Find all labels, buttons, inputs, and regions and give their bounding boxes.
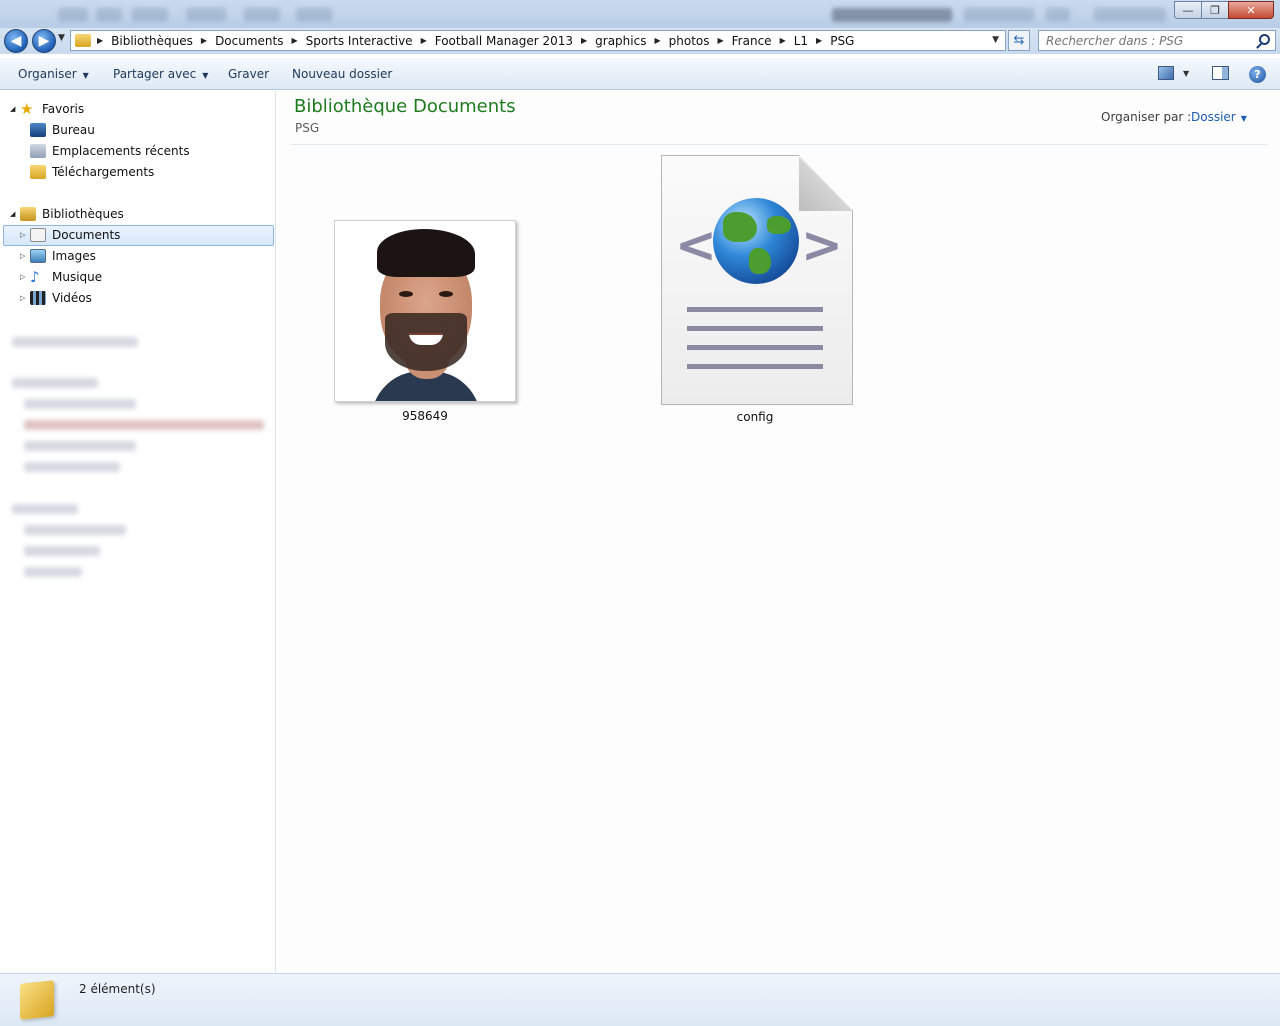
address-dropdown-icon[interactable]: ▼ [992, 35, 999, 45]
search-icon[interactable] [1259, 34, 1270, 45]
share-button[interactable]: Partager avec ▼ [113, 67, 208, 81]
header-divider [291, 144, 1267, 145]
text-line [687, 345, 823, 350]
desktop-icon [30, 123, 46, 137]
crumb-football-manager[interactable]: Football Manager 2013 [435, 34, 573, 48]
blurred-network-item [24, 525, 126, 535]
photo-eye [399, 291, 413, 297]
crumb-france[interactable]: France [732, 34, 772, 48]
crumb-l1[interactable]: L1 [794, 34, 808, 48]
item-count: 2 élément(s) [79, 982, 156, 996]
navigation-pane: ◢ ★ Favoris Bureau Emplacements récents … [0, 91, 276, 973]
file-name-label[interactable]: 958649 [375, 409, 475, 423]
search-input[interactable] [1046, 33, 1246, 48]
crumb-documents[interactable]: Documents [215, 34, 283, 48]
content-pane: Bibliothèque Documents PSG Organiser par… [277, 91, 1280, 973]
nav-item-images[interactable]: ▷ Images [20, 246, 96, 266]
crumb-photos[interactable]: photos [669, 34, 710, 48]
breadcrumb: ▶ Bibliothèques ▶ Documents ▶ Sports Int… [97, 33, 855, 48]
crumb-psg[interactable]: PSG [830, 34, 854, 48]
organize-button[interactable]: Organiser ▼ [18, 67, 89, 81]
library-icon [20, 207, 36, 221]
library-subtitle: PSG [295, 121, 320, 135]
blurred-network-item [24, 567, 82, 577]
file-thumbnail-photo[interactable] [334, 220, 516, 402]
refresh-button[interactable]: ⇆ [1008, 30, 1030, 51]
star-icon: ★ [20, 100, 34, 118]
recent-pages-dropdown-icon[interactable]: ▼ [58, 33, 65, 43]
collapse-arrow-icon[interactable]: ▷ [20, 294, 30, 302]
status-bar: 2 élément(s) [0, 973, 1280, 1026]
nav-item-music[interactable]: ▷ ♪ Musique [20, 267, 102, 287]
collapse-arrow-icon[interactable]: ▷ [20, 252, 30, 260]
library-title: Bibliothèque Documents [294, 96, 516, 117]
new-folder-button[interactable]: Nouveau dossier [292, 67, 392, 81]
command-bar: Organiser ▼ Partager avec ▼ Graver Nouveau… [0, 58, 1280, 90]
view-options-dropdown-icon[interactable]: ▼ [1183, 69, 1189, 78]
crumb-bibliotheques[interactable]: Bibliothèques [111, 34, 193, 48]
angle-bracket-right-icon: > [801, 216, 843, 274]
images-icon [30, 249, 46, 263]
nav-item-documents[interactable]: ▷ Documents [20, 225, 120, 245]
collapse-arrow-icon[interactable]: ▷ [20, 273, 30, 281]
photo-hair [377, 229, 475, 277]
blurred-drive [24, 441, 136, 451]
back-button[interactable]: ◀ [4, 29, 28, 53]
folder-icon [75, 34, 91, 47]
chevron-down-icon: ▼ [1240, 114, 1247, 123]
recent-places-icon [30, 144, 46, 158]
blurred-drive [24, 420, 264, 430]
file-name-label[interactable]: config [705, 410, 805, 424]
text-line [687, 307, 823, 312]
arrange-by-dropdown[interactable]: Dossier ▼ [1191, 110, 1247, 124]
photo-eye [439, 291, 453, 297]
expand-arrow-icon[interactable]: ◢ [10, 210, 20, 218]
expand-arrow-icon[interactable]: ◢ [10, 105, 20, 113]
blurred-drive [24, 399, 136, 409]
collapse-arrow-icon[interactable]: ▷ [20, 231, 30, 239]
search-box[interactable] [1038, 30, 1276, 51]
close-button[interactable]: ✕ [1228, 1, 1274, 19]
forward-button[interactable]: ▶ [32, 29, 56, 53]
downloads-icon [30, 165, 46, 179]
blurred-drive [24, 462, 120, 472]
blurred-network [12, 504, 78, 514]
blurred-network-item [24, 546, 100, 556]
globe-icon [713, 198, 799, 284]
maximize-button[interactable]: ❐ [1201, 1, 1229, 19]
minimize-button[interactable]: — [1174, 1, 1202, 19]
chevron-down-icon: ▼ [202, 71, 209, 80]
change-view-icon[interactable] [1158, 66, 1174, 80]
text-line [687, 326, 823, 331]
title-bar: — ❐ ✕ [0, 0, 1280, 28]
text-line [687, 364, 823, 369]
blurred-computer [12, 378, 98, 388]
help-icon[interactable]: ? [1249, 66, 1266, 83]
burn-button[interactable]: Graver [228, 67, 269, 81]
folder-icon [20, 980, 54, 1020]
film-icon [30, 291, 46, 305]
arrange-by-label: Organiser par : [1101, 110, 1192, 124]
music-note-icon: ♪ [30, 268, 40, 286]
preview-pane-icon[interactable] [1212, 66, 1229, 80]
angle-bracket-left-icon: < [675, 216, 717, 274]
crumb-graphics[interactable]: graphics [595, 34, 646, 48]
nav-libraries[interactable]: ◢ Bibliothèques [10, 204, 124, 224]
nav-item-downloads[interactable]: Téléchargements [30, 162, 154, 182]
blurred-homegroup [12, 337, 138, 347]
nav-favorites[interactable]: ◢ ★ Favoris [10, 99, 84, 119]
documents-icon [30, 228, 46, 242]
address-bar[interactable]: ▶ Bibliothèques ▶ Documents ▶ Sports Int… [70, 30, 1006, 51]
nav-item-bureau[interactable]: Bureau [30, 120, 95, 140]
nav-item-videos[interactable]: ▷ Vidéos [20, 288, 92, 308]
nav-item-recent-places[interactable]: Emplacements récents [30, 141, 190, 161]
address-row: ◀ ▶ ▼ ▶ Bibliothèques ▶ Documents ▶ Spor… [0, 28, 1280, 54]
chevron-down-icon: ▼ [82, 71, 89, 80]
crumb-sports-interactive[interactable]: Sports Interactive [306, 34, 413, 48]
